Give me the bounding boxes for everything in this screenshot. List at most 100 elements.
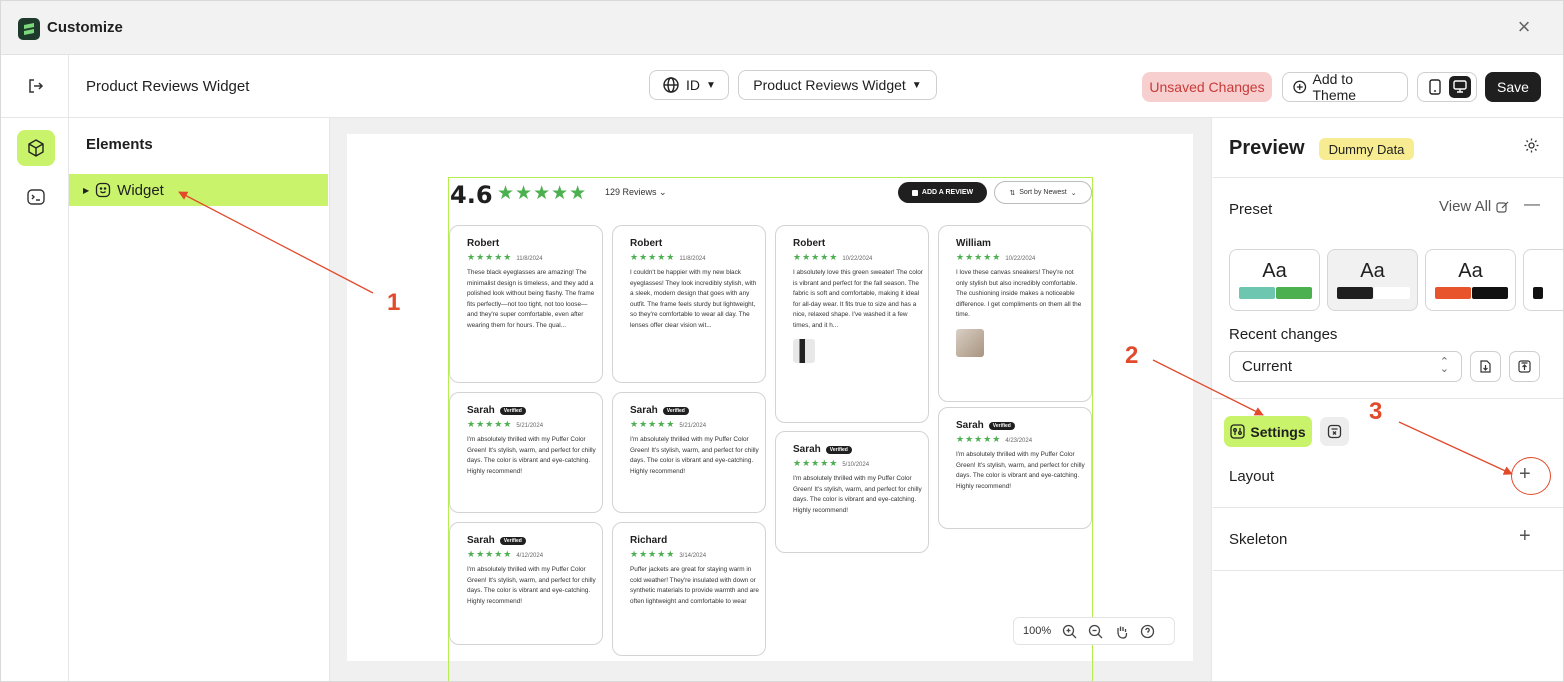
preset-swatch[interactable]	[1523, 249, 1563, 311]
import-button[interactable]	[1470, 351, 1501, 382]
swatch-color	[1337, 287, 1373, 299]
annotation-number: 1	[387, 289, 401, 316]
export-button[interactable]	[1509, 351, 1540, 382]
add-review-button[interactable]: ADD A REVIEW	[898, 182, 987, 203]
preset-swatch[interactable]: Aa	[1327, 249, 1418, 311]
reviewer-name: Sarah	[467, 535, 495, 546]
tree-item-label: Widget	[117, 181, 164, 199]
review-card: Sarah Verified ★★★★★ 5/21/2024 I'm absolut…	[612, 392, 766, 513]
review-date: 11/8/2024	[516, 256, 543, 262]
divider	[1213, 570, 1563, 571]
sort-label: Sort by Newest	[1019, 189, 1067, 196]
review-card: William ★★★★★ 10/22/2024 I love these can…	[938, 225, 1092, 402]
top-bar: Product Reviews Widget ID ▼ Product Revi…	[1, 55, 1563, 118]
swatch-color	[1276, 287, 1312, 299]
preview-title: Preview	[1229, 137, 1305, 159]
tab-settings[interactable]: Settings	[1224, 416, 1312, 447]
review-stars: ★★★★★ 11/8/2024	[630, 252, 706, 262]
review-card: Sarah Verified ★★★★★ 4/12/2024 I'm absolut…	[449, 522, 603, 645]
swatch-color	[1239, 287, 1275, 299]
divider	[1213, 177, 1563, 178]
review-photo[interactable]	[956, 328, 984, 357]
review-stars: ★★★★★ 4/23/2024	[956, 434, 1033, 444]
widget-select[interactable]: Product Reviews Widget ▼	[738, 70, 937, 100]
zoom-out-icon[interactable]	[1088, 624, 1103, 639]
add-review-label: ADD A REVIEW	[921, 189, 974, 196]
add-to-theme-button[interactable]: Add to Theme	[1282, 71, 1408, 103]
mobile-view-icon[interactable]	[1424, 76, 1446, 98]
chevron-down-icon: ⌄	[1070, 189, 1077, 197]
review-date: 5/21/2024	[516, 423, 544, 429]
verified-badge: Verified	[825, 445, 852, 454]
review-date: 5/21/2024	[679, 423, 707, 429]
review-card: Robert ★★★★★ 11/8/2024 I couldn't be happ…	[612, 225, 766, 383]
widget-title: Product Reviews Widget	[86, 78, 250, 95]
save-button[interactable]: Save	[1485, 72, 1541, 102]
help-icon[interactable]	[1140, 624, 1155, 639]
export-icon	[1518, 360, 1531, 373]
recent-changes-value: Current	[1242, 358, 1293, 375]
review-stars: ★★★★★ 4/12/2024	[467, 549, 544, 559]
divider	[1213, 398, 1563, 399]
reviewer-name: Sarah	[467, 405, 495, 416]
review-stars: ★★★★★ 5/21/2024	[467, 419, 544, 429]
customize-window: Customize × Product Reviews Widget ID ▼ …	[0, 0, 1564, 682]
tab-style[interactable]	[1320, 417, 1349, 446]
gear-icon[interactable]	[1523, 137, 1540, 159]
review-text: I'm absolutely thrilled with my Puffer C…	[630, 436, 759, 475]
sort-icon: ⇅	[1009, 189, 1016, 197]
review-photo[interactable]	[793, 339, 815, 363]
review-count[interactable]: 129 Reviews ⌄	[605, 187, 667, 198]
collapse-icon[interactable]: —	[1524, 196, 1540, 214]
view-all-link[interactable]: View All	[1439, 198, 1510, 215]
edit-icon	[911, 189, 918, 196]
exit-icon[interactable]	[26, 77, 44, 100]
review-text: I'm absolutely thrilled with my Puffer C…	[793, 475, 922, 514]
language-select[interactable]: ID ▼	[649, 70, 729, 100]
sort-dropdown[interactable]: ⇅ Sort by Newest ⌄	[994, 181, 1092, 204]
verified-badge: Verified	[988, 421, 1015, 430]
hand-icon[interactable]	[1114, 624, 1129, 639]
settings-tab-label: Settings	[1250, 423, 1306, 440]
title-bar: Customize ×	[1, 1, 1563, 55]
annotation-number: 3	[1369, 398, 1383, 425]
unsaved-changes-badge: Unsaved Changes	[1142, 72, 1272, 102]
review-stars: ★★★★★ 5/21/2024	[630, 419, 707, 429]
device-toggle	[1417, 72, 1477, 102]
desktop-view-icon[interactable]	[1448, 76, 1471, 98]
preset-swatch[interactable]: Aa	[1229, 249, 1320, 311]
recent-changes-select[interactable]: Current ⌃ ⌄	[1229, 351, 1462, 382]
zoom-toolbar: 100%	[1013, 617, 1175, 645]
reviewer-name: Robert	[467, 238, 500, 249]
verified-badge: Verified	[499, 406, 526, 415]
elements-rail-button[interactable]	[17, 130, 55, 166]
review-card: Robert ★★★★★ 11/8/2024 These black eyegla…	[449, 225, 603, 383]
layout-section-title: Layout	[1229, 468, 1275, 485]
code-icon[interactable]	[26, 187, 46, 212]
review-count-label: 129 Reviews	[605, 187, 657, 197]
review-date: 4/12/2024	[516, 553, 544, 559]
zoom-level: 100%	[1023, 625, 1052, 637]
tree-item-widget[interactable]: ▶ Widget	[69, 174, 328, 206]
review-card: Sarah Verified ★★★★★ 4/23/2024 I'm absolut…	[938, 407, 1092, 529]
import-icon	[1480, 360, 1491, 373]
chevron-down-icon: ⌄	[659, 187, 667, 197]
zoom-in-icon[interactable]	[1062, 624, 1077, 639]
review-text: I couldn't be happier with my new black …	[630, 269, 757, 329]
globe-icon	[663, 77, 679, 93]
swatch-color	[1374, 287, 1410, 299]
preset-swatch[interactable]: Aa	[1425, 249, 1516, 311]
review-date: 3/14/2024	[679, 553, 707, 559]
review-text: I'm absolutely thrilled with my Puffer C…	[467, 436, 596, 475]
review-text: These black eyeglasses are amazing! The …	[467, 269, 595, 329]
expand-skeleton-icon[interactable]: +	[1519, 525, 1531, 548]
annotation-circle	[1511, 457, 1551, 495]
edit-icon	[1496, 201, 1509, 213]
review-text: I love these canvas sneakers! They're no…	[956, 269, 1082, 318]
right-panel-divider	[1211, 118, 1212, 681]
skeleton-section-title: Skeleton	[1229, 531, 1288, 548]
reviewer-name: Robert	[630, 238, 663, 249]
review-date: 10/22/2024	[1005, 256, 1036, 262]
close-icon[interactable]: ×	[1512, 15, 1536, 39]
widget-select-value: Product Reviews Widget	[753, 77, 906, 93]
